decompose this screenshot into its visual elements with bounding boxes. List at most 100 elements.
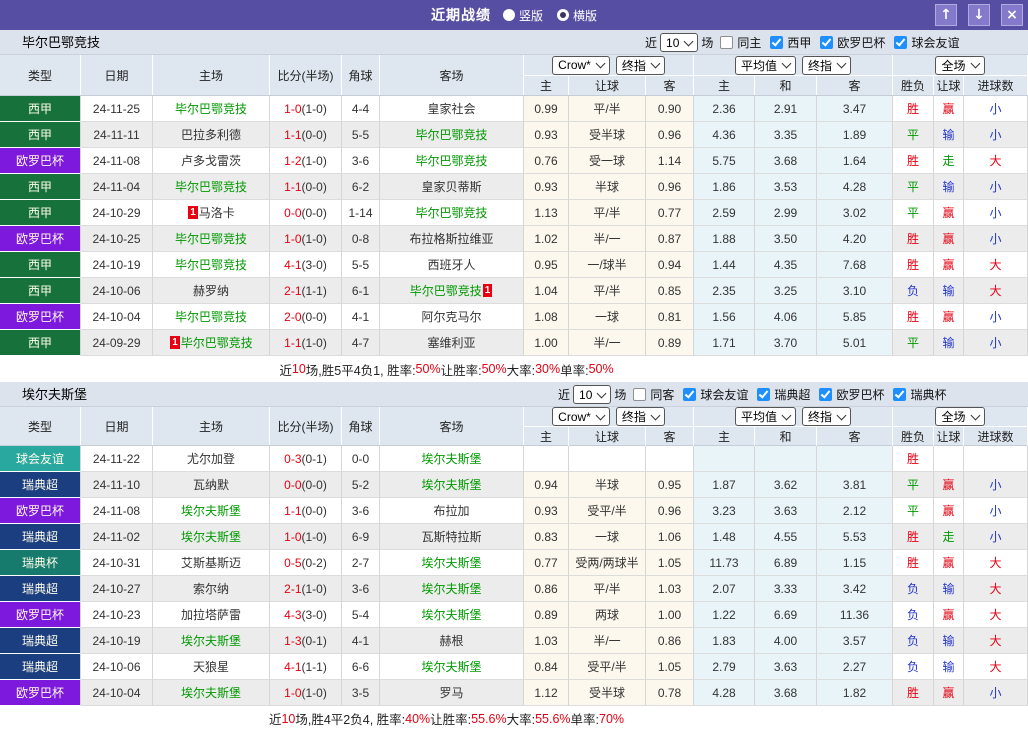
full-time-score: 2-0 <box>284 309 302 324</box>
avg-draw-odds: 3.35 <box>755 122 817 148</box>
final-odds-select[interactable]: 终指 <box>615 55 665 75</box>
league-badge: 西甲 <box>0 96 81 122</box>
result-wdl: 胜 <box>893 550 934 576</box>
same-venue-label: 同主 <box>737 36 762 50</box>
same-venue-checkbox[interactable] <box>720 36 734 49</box>
bookmaker-select[interactable]: Crow* <box>552 407 610 426</box>
league-checkbox[interactable] <box>819 388 833 401</box>
avg-home-odds: 1.56 <box>694 304 755 330</box>
column-subheader: 进球数 <box>964 76 1028 95</box>
close-button[interactable]: × <box>1001 4 1023 26</box>
match-row: 欧罗巴杯 24-10-25 毕尔巴鄂竞技 1-0 (1-0) 0-8 布拉格斯拉维亚 1.02… <box>0 226 1028 252</box>
handicap-line: 受平/半 <box>569 654 646 680</box>
home-odds: 0.84 <box>524 654 569 680</box>
avg-home-odds <box>694 446 755 472</box>
result-handicap: 赢 <box>934 550 964 576</box>
league-checkbox[interactable] <box>770 36 784 49</box>
scope-select[interactable]: 全场 <box>935 55 985 75</box>
result-wdl: 平 <box>893 498 934 524</box>
header-subrow: 主和客 <box>694 427 893 446</box>
corner-score: 6-2 <box>342 174 380 200</box>
match-count-select[interactable]: 10 <box>573 385 612 404</box>
column-subheader: 和 <box>755 427 817 446</box>
radio-label: 竖版 <box>518 8 543 23</box>
away-team-name: 埃尔夫斯堡 <box>421 556 482 570</box>
avg-home-odds: 1.83 <box>694 628 755 654</box>
avg-away-odds: 3.81 <box>817 472 893 498</box>
away-odds: 0.90 <box>646 96 694 122</box>
avg-draw-odds: 3.33 <box>755 576 817 602</box>
table-header: 类型 日期 主场 比分(半场) 角球 客场 Crow* 终指主让球客平均值 终指主和客全场 胜负让… <box>0 407 1028 446</box>
result-goals: 大 <box>964 550 1028 576</box>
league-checkbox-label: 瑞典超 <box>774 388 811 402</box>
column-header: 主场 <box>153 55 270 95</box>
home-team-name: 尤尔加登 <box>186 452 235 466</box>
match-row: 西甲 24-10-29 1 马洛卡 0-0 (0-0) 1-14 毕尔巴鄂竞技 1.13 平/半 0… <box>0 200 1028 226</box>
home-team-cell: 天狼星 <box>153 654 270 680</box>
corner-score: 4-7 <box>342 330 380 356</box>
away-team-name: 罗马 <box>439 686 464 700</box>
layout-radio-vertical[interactable]: 竖版 <box>502 7 543 24</box>
chevron-down-icon <box>970 410 980 420</box>
bookmaker-select[interactable]: Crow* <box>552 55 610 75</box>
result-handicap: 输 <box>934 576 964 602</box>
average-select[interactable]: 平均值 <box>734 407 796 426</box>
down-arrow-icon: ↓ <box>973 7 985 23</box>
home-team-cell: 赫罗纳 <box>153 278 270 304</box>
away-team-name: 毕尔巴鄂竞技 <box>415 206 488 220</box>
home-team-cell: 索尔纳 <box>153 576 270 602</box>
result-goals: 大 <box>964 278 1028 304</box>
result-wdl: 平 <box>893 174 934 200</box>
match-count-select[interactable]: 10 <box>660 33 699 52</box>
league-checkbox[interactable] <box>683 388 697 401</box>
away-team-name: 西班牙人 <box>427 258 476 272</box>
scroll-up-button[interactable]: ↑ <box>935 4 957 26</box>
home-team-name: 马洛卡 <box>198 206 235 220</box>
match-date: 24-11-08 <box>81 498 153 524</box>
away-team-name: 埃尔夫斯堡 <box>421 608 482 622</box>
home-odds: 0.83 <box>524 524 569 550</box>
games-label: 场 <box>614 388 627 402</box>
final-odds-select[interactable]: 终指 <box>615 407 665 426</box>
radio-label: 横版 <box>573 8 598 23</box>
home-team-cell: 埃尔夫斯堡 <box>153 628 270 654</box>
result-handicap: 走 <box>934 524 964 550</box>
avg-home-odds: 1.88 <box>694 226 755 252</box>
match-date: 24-10-29 <box>81 200 153 226</box>
column-subheader: 让球 <box>569 76 646 95</box>
result-handicap <box>934 446 964 472</box>
final-odds-select[interactable]: 终指 <box>802 407 852 426</box>
final-odds-select[interactable]: 终指 <box>802 55 852 75</box>
league-checkbox[interactable] <box>894 36 908 49</box>
home-odds <box>524 446 569 472</box>
layout-radio-horizontal[interactable]: 横版 <box>557 7 597 24</box>
corner-score: 3-6 <box>342 498 380 524</box>
scope-select[interactable]: 全场 <box>935 407 985 426</box>
score-cell: 1-0 (1-0) <box>270 226 342 252</box>
scroll-down-button[interactable]: ↓ <box>968 4 990 26</box>
team-panel: 埃尔夫斯堡近 10 场同客 球会友谊 瑞典超 欧罗巴杯 瑞典杯 类型 日期 主场 比分(半场) 角球客… <box>0 382 1028 731</box>
avg-away-odds: 1.89 <box>817 122 893 148</box>
average-select[interactable]: 平均值 <box>734 55 796 75</box>
league-checkbox[interactable] <box>893 388 907 401</box>
away-team-name: 赫根 <box>439 634 464 648</box>
handicap-line: 半/一 <box>569 330 646 356</box>
league-checkbox-label: 欧罗巴杯 <box>837 36 886 50</box>
league-badge: 瑞典超 <box>0 576 81 602</box>
score-cell: 0-0 (0-0) <box>270 200 342 226</box>
same-venue-checkbox[interactable] <box>633 388 647 401</box>
column-subheader: 客 <box>817 76 893 95</box>
league-checkbox-label: 球会友谊 <box>700 388 749 402</box>
score-cell: 1-1 (0-0) <box>270 498 342 524</box>
avg-draw-odds: 3.70 <box>755 330 817 356</box>
score-cell: 2-1 (1-1) <box>270 278 342 304</box>
team-title: 毕尔巴鄂竞技 <box>22 35 101 50</box>
league-checkbox[interactable] <box>757 388 771 401</box>
away-team-cell: 埃尔夫斯堡 <box>380 654 524 680</box>
panels-container: 毕尔巴鄂竞技近 10 场同主 西甲 欧罗巴杯 球会友谊 类型 日期 主场 比分(半场) 角球 客场 Cr… <box>0 30 1028 731</box>
result-handicap: 赢 <box>934 304 964 330</box>
league-badge: 球会友谊 <box>0 446 81 472</box>
league-badge: 瑞典杯 <box>0 550 81 576</box>
away-team-name: 皇家贝蒂斯 <box>421 180 482 194</box>
league-checkbox[interactable] <box>820 36 834 49</box>
